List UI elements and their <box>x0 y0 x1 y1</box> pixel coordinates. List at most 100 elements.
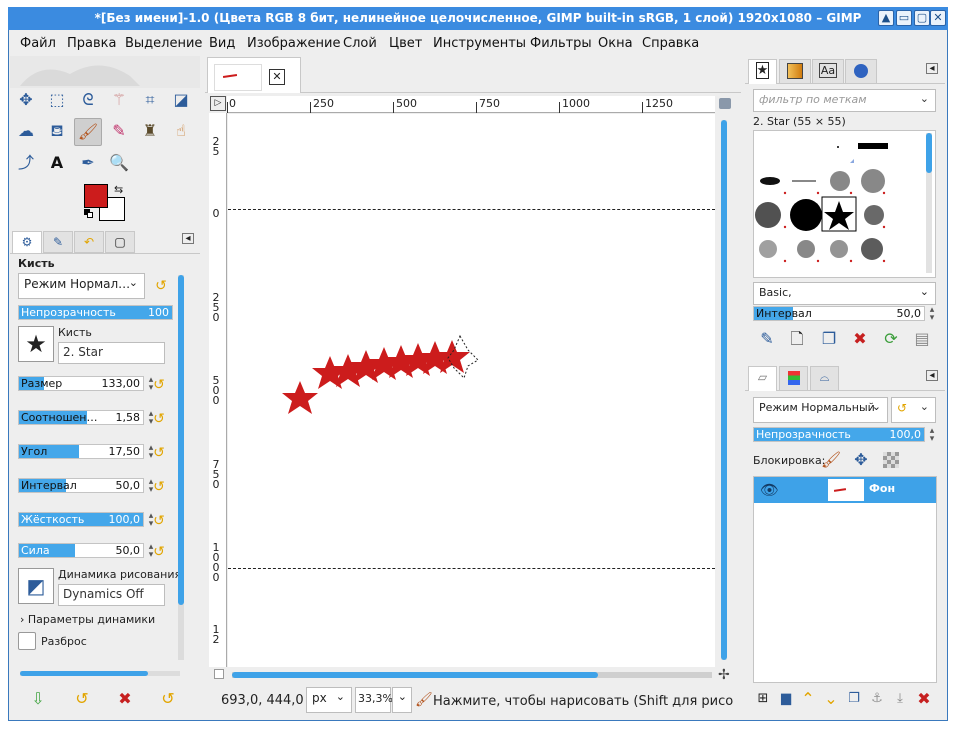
tool-options-scrollbar[interactable] <box>178 275 184 660</box>
lock-position-icon[interactable]: ✥ <box>850 449 872 471</box>
tab-palettes[interactable] <box>845 59 877 84</box>
tab-images[interactable]: ▢ <box>105 231 135 253</box>
close-image-icon[interactable]: ✕ <box>269 69 285 85</box>
menu-edit[interactable]: Правка <box>67 36 116 51</box>
duplicate-layer-icon[interactable]: ❐ <box>843 688 865 710</box>
smudge-tool-icon[interactable]: ☝ <box>170 120 192 142</box>
menu-help[interactable]: Справка <box>642 36 699 51</box>
menu-color[interactable]: Цвет <box>389 36 422 51</box>
raise-layer-icon[interactable]: ⌃ <box>797 688 819 710</box>
reset-tool-options-icon[interactable]: ↺ <box>157 688 179 710</box>
brush-name-field[interactable]: 2. Star <box>58 342 165 364</box>
tab-brushes[interactable]: ★ <box>748 59 777 84</box>
eraser-tool-icon[interactable]: ✎ <box>108 120 130 142</box>
menu-filters[interactable]: Фильтры <box>530 36 592 51</box>
lock-alpha-icon[interactable] <box>883 452 899 468</box>
brush-preview-button[interactable]: ★ <box>18 326 54 362</box>
paths-tool-icon[interactable]: ⤴ <box>15 152 37 174</box>
zoom-tool-icon[interactable]: 🔍 <box>108 152 130 174</box>
hardness-slider[interactable]: Жёсткость 100,0 <box>18 512 144 527</box>
size-slider[interactable]: Размер 133,00 <box>18 376 144 391</box>
brush-spacing-spinner[interactable]: ▴ ▾ <box>925 306 939 323</box>
tab-fonts[interactable]: Aa <box>812 59 844 84</box>
fuzzy-select-tool-icon[interactable]: ⚚ <box>108 89 130 111</box>
duplicate-brush-icon[interactable]: ❐ <box>818 328 840 350</box>
delete-tool-preset-icon[interactable]: ✖ <box>114 688 136 710</box>
swap-colors-icon[interactable]: ⇆ <box>114 183 123 196</box>
menu-select[interactable]: Выделение <box>125 36 202 51</box>
zoom-field[interactable]: 33,3% <box>355 687 393 713</box>
eye-icon[interactable]: 👁 <box>760 481 779 499</box>
reset-spacing-icon[interactable]: ↺ <box>150 478 168 496</box>
transform-tool-icon[interactable]: ◪ <box>170 89 192 111</box>
layer-composite-select[interactable]: ↺ ⌄ <box>891 397 936 423</box>
tab-undo-history[interactable]: ↶ <box>74 231 104 253</box>
new-layer-group-icon[interactable]: ▆ <box>775 688 797 710</box>
new-layer-icon[interactable]: ⊞ <box>752 688 774 710</box>
layer-opacity-spinner[interactable]: ▴ ▾ <box>925 427 939 444</box>
anchor-layer-icon[interactable]: ⚓ <box>866 688 888 710</box>
angle-slider[interactable]: Угол 17,50 <box>18 444 144 459</box>
quickmask-menu-icon[interactable]: ▷ <box>210 96 226 111</box>
crop-tool-icon[interactable]: ⌗ <box>139 89 161 111</box>
foreground-color-swatch[interactable] <box>84 184 108 208</box>
tab-paths[interactable]: ⌓ <box>810 366 839 391</box>
reset-hardness-icon[interactable]: ↺ <box>150 512 168 530</box>
bucket-fill-tool-icon[interactable]: ⛾ <box>46 120 68 142</box>
layer-opacity-slider[interactable]: Непрозрачность 100,0 <box>753 427 925 442</box>
minimize-button[interactable]: ▭ <box>896 10 912 26</box>
brushes-panel-menu-icon[interactable]: ◂ <box>926 63 938 74</box>
dynamics-field[interactable]: Dynamics Off <box>58 584 165 606</box>
brush-tag-filter[interactable]: фильтр по меткам ⌄ <box>753 89 936 112</box>
reset-size-icon[interactable]: ↺ <box>150 376 168 394</box>
canvas-vscrollbar[interactable] <box>721 120 727 660</box>
reset-aspect-icon[interactable]: ↺ <box>150 410 168 428</box>
image-tab[interactable]: ✕ <box>207 57 301 93</box>
force-slider[interactable]: Сила 50,0 <box>18 543 144 558</box>
canvas-hscrollbar[interactable] <box>232 672 712 678</box>
save-tool-preset-icon[interactable]: ⇩ <box>27 688 49 710</box>
aspect-slider[interactable]: Соотношен… 1,58 <box>18 410 144 425</box>
reset-mode-icon[interactable]: ↺ <box>152 277 170 295</box>
quickmask-toggle[interactable] <box>214 669 224 679</box>
text-tool-icon[interactable]: A <box>46 152 68 174</box>
layer-mode-select[interactable]: Режим Нормальный ⌄ <box>753 397 888 423</box>
dynamics-preview-button[interactable]: ◩ <box>18 568 54 604</box>
reset-force-icon[interactable]: ↺ <box>150 543 168 561</box>
brush-spacing-slider[interactable]: Интервал 50,0 <box>753 306 925 321</box>
panel-menu-icon[interactable]: ◂ <box>182 233 194 244</box>
dynamics-params-expander[interactable]: › Параметры динамики <box>20 613 155 626</box>
canvas-viewport[interactable] <box>228 114 715 667</box>
layer-name[interactable]: Фон <box>869 482 895 495</box>
layers-panel-menu-icon[interactable]: ◂ <box>926 370 938 381</box>
scatter-checkbox[interactable] <box>18 632 36 650</box>
layer-row[interactable]: 👁 Фон <box>754 477 936 503</box>
layers-list[interactable]: 👁 Фон <box>753 476 937 683</box>
tab-channels[interactable] <box>779 366 808 391</box>
menu-view[interactable]: Вид <box>209 36 235 51</box>
new-brush-icon[interactable]: 🗋 <box>786 328 808 350</box>
keep-above-button[interactable]: ▲ <box>878 10 894 26</box>
paintbrush-tool-icon[interactable]: 🖌 <box>74 118 102 146</box>
spacing-slider[interactable]: Интервал 50,0 <box>18 478 144 493</box>
brush-grid-scrollbar[interactable] <box>926 133 932 273</box>
reset-angle-icon[interactable]: ↺ <box>150 444 168 462</box>
brush-grid[interactable] <box>753 130 936 278</box>
tab-layers[interactable]: ▱ <box>748 366 777 391</box>
move-tool-icon[interactable]: ✥ <box>15 89 37 111</box>
rect-select-tool-icon[interactable]: ⬚ <box>46 89 68 111</box>
default-colors-icon[interactable] <box>84 209 94 219</box>
delete-layer-icon[interactable]: ✖ <box>913 688 935 710</box>
close-button[interactable]: ✕ <box>930 10 946 26</box>
paint-mode-select[interactable]: Режим Нормал… ⌄ <box>18 273 145 299</box>
lock-pixels-icon[interactable]: 🖌 <box>820 449 842 471</box>
restore-tool-preset-icon[interactable]: ↺ <box>71 688 93 710</box>
maximize-button[interactable]: ▢ <box>914 10 930 26</box>
tool-options-hscroll[interactable] <box>20 671 180 676</box>
lasso-tool-icon[interactable]: ᘓ <box>77 89 99 111</box>
menu-layer[interactable]: Слой <box>343 36 377 51</box>
menu-windows[interactable]: Окна <box>598 36 633 51</box>
opacity-slider[interactable]: Непрозрачность 100 <box>18 305 173 320</box>
brush-category-select[interactable]: Basic, ⌄ <box>753 282 936 305</box>
open-brush-as-image-icon[interactable]: ▤ <box>911 328 933 350</box>
